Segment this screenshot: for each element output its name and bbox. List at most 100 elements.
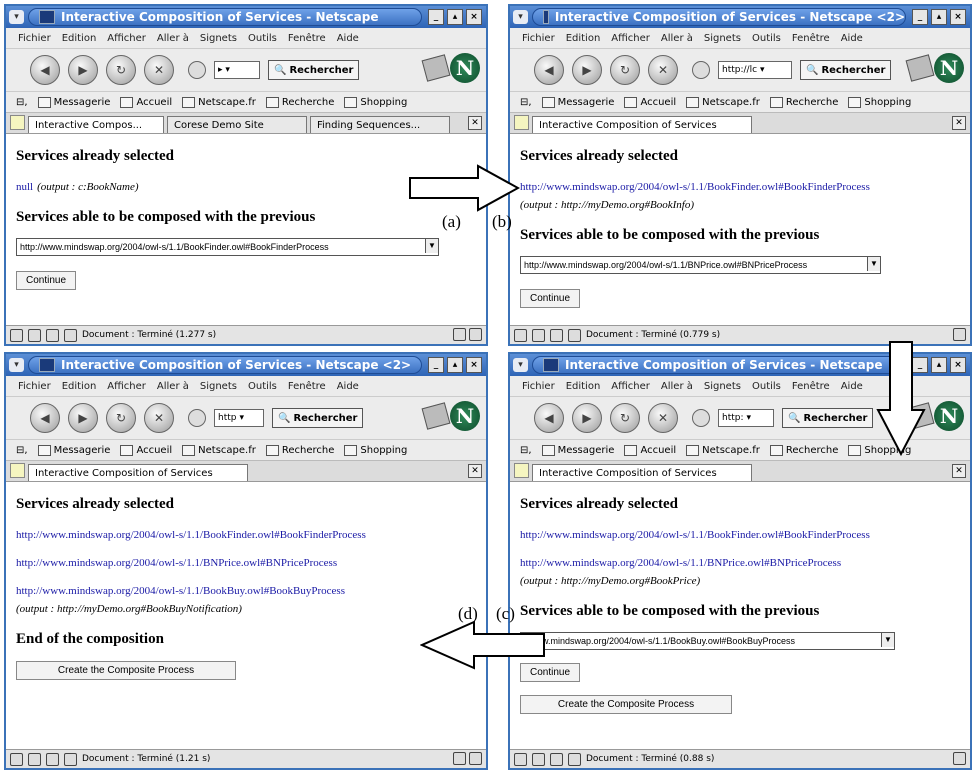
bookmark-accueil[interactable]: Accueil bbox=[624, 444, 676, 456]
window-menu-icon[interactable]: ▾ bbox=[513, 10, 528, 24]
menu-edition[interactable]: Edition bbox=[566, 381, 601, 392]
bookmark-shopping[interactable]: Shopping bbox=[344, 96, 407, 108]
tab-bookmark-icon[interactable] bbox=[10, 115, 25, 130]
menu-afficher[interactable]: Afficher bbox=[107, 381, 146, 392]
composer-icon[interactable] bbox=[550, 328, 563, 342]
menu-fenetre[interactable]: Fenêtre bbox=[288, 33, 326, 44]
url-field[interactable]: http ▾ bbox=[214, 409, 264, 427]
menu-afficher[interactable]: Afficher bbox=[611, 33, 650, 44]
close-button[interactable]: × bbox=[466, 357, 482, 373]
forward-button[interactable]: ▶ bbox=[572, 403, 602, 433]
reload-button[interactable]: ↻ bbox=[610, 403, 640, 433]
close-tab-icon[interactable]: ✕ bbox=[468, 116, 482, 130]
netscape-logo-icon[interactable]: N bbox=[450, 53, 480, 83]
selected-service-link[interactable]: http://www.mindswap.org/2004/owl-s/1.1/B… bbox=[16, 585, 345, 597]
close-tab-icon[interactable]: ✕ bbox=[952, 464, 966, 478]
close-button[interactable]: × bbox=[466, 9, 482, 25]
menu-fichier[interactable]: Fichier bbox=[18, 381, 51, 392]
url-field[interactable]: http: ▾ bbox=[718, 409, 774, 427]
bookmark-netscape[interactable]: Netscape.fr bbox=[182, 444, 256, 456]
netscape-logo-icon[interactable]: N bbox=[934, 53, 964, 83]
menu-aide[interactable]: Aide bbox=[337, 381, 359, 392]
bookmark-netscape[interactable]: Netscape.fr bbox=[182, 96, 256, 108]
forward-button[interactable]: ▶ bbox=[572, 55, 602, 85]
maximize-button[interactable]: ▴ bbox=[931, 357, 947, 373]
print-icon[interactable] bbox=[421, 402, 451, 430]
print-icon[interactable] bbox=[905, 54, 935, 82]
window-menu-icon[interactable]: ▾ bbox=[513, 358, 528, 372]
title-bar[interactable]: ▾ Interactive Composition of Services - … bbox=[510, 6, 970, 28]
mail-icon[interactable] bbox=[532, 752, 545, 766]
window-menu-icon[interactable]: ▾ bbox=[9, 358, 24, 372]
close-tab-icon[interactable]: ✕ bbox=[952, 116, 966, 130]
online-icon[interactable] bbox=[953, 328, 966, 341]
bookmark-recherche[interactable]: Recherche bbox=[265, 444, 334, 456]
selected-service-link[interactable]: http://www.mindswap.org/2004/owl-s/1.1/B… bbox=[520, 181, 870, 193]
maximize-button[interactable]: ▴ bbox=[931, 9, 947, 25]
title-bar[interactable]: ▾ Interactive Composition of Services - … bbox=[6, 354, 486, 376]
service-select[interactable]: //www.mindswap.org/2004/owl-s/1.1/BookBu… bbox=[520, 632, 895, 650]
address-book-icon[interactable] bbox=[568, 328, 581, 342]
forward-button[interactable]: ▶ bbox=[68, 55, 98, 85]
menu-fenetre[interactable]: Fenêtre bbox=[288, 381, 326, 392]
bookmark-messagerie[interactable]: Messagerie bbox=[541, 444, 614, 456]
menu-edition[interactable]: Edition bbox=[566, 33, 601, 44]
address-book-icon[interactable] bbox=[64, 752, 77, 766]
back-button[interactable]: ◀ bbox=[534, 403, 564, 433]
mail-icon[interactable] bbox=[532, 328, 545, 342]
reload-button[interactable]: ↻ bbox=[610, 55, 640, 85]
stop-button[interactable]: ✕ bbox=[144, 403, 174, 433]
forward-button[interactable]: ▶ bbox=[68, 403, 98, 433]
bookmark-messagerie[interactable]: Messagerie bbox=[37, 444, 110, 456]
menu-aide[interactable]: Aide bbox=[841, 381, 863, 392]
navigator-icon[interactable] bbox=[514, 752, 527, 766]
selected-service-link[interactable]: http://www.mindswap.org/2004/owl-s/1.1/B… bbox=[16, 557, 337, 569]
composer-icon[interactable] bbox=[550, 752, 563, 766]
menu-outils[interactable]: Outils bbox=[248, 381, 277, 392]
home-button[interactable] bbox=[692, 61, 710, 79]
selected-service-link[interactable]: http://www.mindswap.org/2004/owl-s/1.1/B… bbox=[520, 557, 841, 569]
search-button[interactable]: 🔍 Rechercher bbox=[268, 60, 360, 80]
navigator-icon[interactable] bbox=[10, 328, 23, 342]
selected-service-link[interactable]: http://www.mindswap.org/2004/owl-s/1.1/B… bbox=[16, 529, 366, 541]
menu-aide[interactable]: Aide bbox=[841, 33, 863, 44]
home-button[interactable] bbox=[692, 409, 710, 427]
online-icon[interactable] bbox=[953, 752, 966, 765]
security-icon[interactable] bbox=[469, 328, 482, 341]
menu-fenetre[interactable]: Fenêtre bbox=[792, 381, 830, 392]
tab-interactive-composition[interactable]: Interactive Composition of Services bbox=[532, 116, 752, 133]
tab-interactive-composition[interactable]: Interactive Composition of Services bbox=[28, 464, 248, 481]
menu-fenetre[interactable]: Fenêtre bbox=[792, 33, 830, 44]
minimize-button[interactable]: _ bbox=[428, 9, 444, 25]
search-button[interactable]: 🔍 Rechercher bbox=[800, 60, 892, 80]
menu-edition[interactable]: Edition bbox=[62, 33, 97, 44]
service-select[interactable]: http://www.mindswap.org/2004/owl-s/1.1/B… bbox=[520, 256, 881, 274]
menu-fichier[interactable]: Fichier bbox=[522, 33, 555, 44]
service-select[interactable]: http://www.mindswap.org/2004/owl-s/1.1/B… bbox=[16, 238, 439, 256]
bookmark-recherche[interactable]: Recherche bbox=[265, 96, 334, 108]
bookmark-accueil[interactable]: Accueil bbox=[120, 444, 172, 456]
stop-button[interactable]: ✕ bbox=[144, 55, 174, 85]
menu-aller[interactable]: Aller à bbox=[157, 381, 189, 392]
bookmark-messagerie[interactable]: Messagerie bbox=[37, 96, 110, 108]
back-button[interactable]: ◀ bbox=[30, 55, 60, 85]
search-button[interactable]: 🔍 Rechercher bbox=[782, 408, 874, 428]
title-bar[interactable]: ▾ Interactive Composition of Services - … bbox=[6, 6, 486, 28]
selected-service-link[interactable]: http://www.mindswap.org/2004/owl-s/1.1/B… bbox=[520, 529, 870, 541]
bookmark-shopping[interactable]: Shopping bbox=[848, 96, 911, 108]
menu-signets[interactable]: Signets bbox=[200, 381, 237, 392]
online-icon[interactable] bbox=[453, 752, 466, 765]
menu-aide[interactable]: Aide bbox=[337, 33, 359, 44]
bookmark-accueil[interactable]: Accueil bbox=[120, 96, 172, 108]
netscape-logo-icon[interactable]: N bbox=[450, 401, 480, 431]
bookmark-recherche[interactable]: Recherche bbox=[769, 444, 838, 456]
search-button[interactable]: 🔍 Rechercher bbox=[272, 408, 364, 428]
window-menu-icon[interactable]: ▾ bbox=[9, 10, 24, 24]
menu-aller[interactable]: Aller à bbox=[157, 33, 189, 44]
mail-icon[interactable] bbox=[28, 752, 41, 766]
back-button[interactable]: ◀ bbox=[534, 55, 564, 85]
back-button[interactable]: ◀ bbox=[30, 403, 60, 433]
composer-icon[interactable] bbox=[46, 328, 59, 342]
home-button[interactable] bbox=[188, 409, 206, 427]
create-composite-button[interactable]: Create the Composite Process bbox=[520, 695, 732, 714]
